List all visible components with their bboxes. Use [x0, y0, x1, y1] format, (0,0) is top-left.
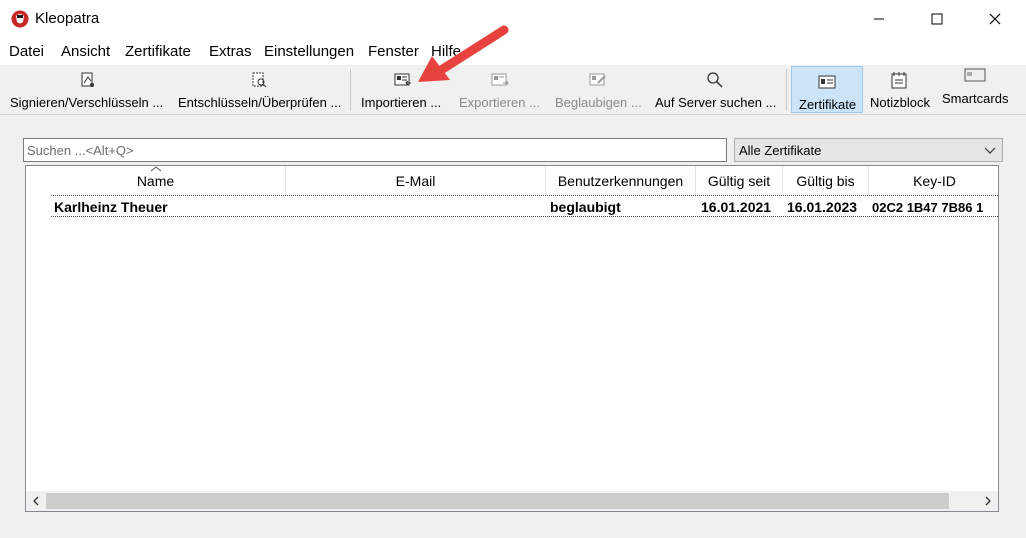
column-header-valid-from[interactable]: Gültig seit	[696, 166, 783, 195]
scroll-right-button[interactable]	[978, 491, 998, 511]
kleopatra-logo-icon	[11, 10, 29, 28]
decrypt-verify-icon	[252, 72, 267, 88]
certificate-filter-select[interactable]: Alle Zertifikate	[734, 138, 1003, 162]
minimize-button[interactable]	[850, 0, 908, 38]
tab-notepad[interactable]: Notizblock	[866, 65, 932, 115]
tab-smartcards[interactable]: Smartcards	[936, 65, 1016, 115]
cell-valid-from: 16.01.2021	[701, 199, 772, 215]
sort-ascending-icon	[150, 166, 162, 172]
sign-encrypt-label: Signieren/Verschlüsseln ...	[10, 95, 164, 110]
certify-label: Beglaubigen ...	[555, 95, 642, 110]
column-header-email[interactable]: E-Mail	[286, 166, 546, 195]
filter-selected-value: Alle Zertifikate	[739, 143, 822, 158]
search-input[interactable]: Suchen ...<Alt+Q>	[23, 138, 727, 162]
certificate-icon	[818, 75, 836, 89]
column-header-label: Key-ID	[913, 173, 956, 189]
import-label: Importieren ...	[361, 95, 442, 110]
chevron-left-icon	[33, 496, 39, 506]
column-header-label: Gültig seit	[707, 173, 771, 189]
certificate-table: Name E-Mail Benutzerkennungen Gültig sei…	[25, 165, 999, 512]
decrypt-verify-label: Entschlüsseln/Überprüfen ...	[178, 95, 342, 110]
maximize-button[interactable]	[908, 0, 966, 38]
notepad-icon	[891, 72, 907, 89]
column-header-key-id[interactable]: Key-ID	[869, 166, 998, 195]
cell-key-id: 02C2 1B47 7B86 1	[872, 200, 984, 215]
table-row[interactable]: Karlheinz Theuer beglaubigt 16.01.2021 1…	[51, 195, 998, 217]
column-header-valid-until[interactable]: Gültig bis	[783, 166, 869, 195]
horizontal-scrollbar[interactable]	[26, 491, 998, 511]
chevron-right-icon	[985, 496, 991, 506]
maximize-icon	[931, 13, 943, 25]
column-header-user-ids[interactable]: Benutzerkennungen	[546, 166, 696, 195]
close-icon	[989, 13, 1001, 25]
red-arrow-annotation	[418, 25, 509, 82]
window-title: Kleopatra	[35, 10, 100, 27]
toolbar-separator	[350, 69, 351, 111]
export-label: Exportieren ...	[459, 95, 540, 110]
column-header-label: Gültig bis	[796, 173, 855, 189]
menu-einstellungen[interactable]: Einstellungen	[264, 43, 354, 60]
smartcards-label: Smartcards	[942, 91, 1009, 106]
certify-button[interactable]: Beglaubigen ...	[550, 65, 646, 115]
scrollbar-thumb[interactable]	[46, 493, 949, 509]
sign-encrypt-button[interactable]: Signieren/Verschlüsseln ...	[4, 65, 170, 115]
column-header-label: Name	[136, 173, 175, 189]
cell-valid-until: 16.01.2023	[787, 199, 858, 215]
sign-encrypt-icon	[81, 72, 94, 87]
tab-certificates[interactable]: Zertifikate	[791, 66, 863, 113]
certify-icon	[589, 73, 606, 86]
search-icon	[707, 72, 723, 88]
toolbar-separator	[786, 69, 787, 111]
notepad-label: Notizblock	[870, 95, 930, 110]
column-header-label: Benutzerkennungen	[557, 173, 684, 189]
chevron-down-icon	[984, 147, 996, 154]
menu-ansicht[interactable]: Ansicht	[61, 43, 110, 60]
minimize-icon	[874, 18, 884, 20]
scroll-left-button[interactable]	[26, 491, 46, 511]
decrypt-verify-button[interactable]: Entschlüsseln/Überprüfen ...	[174, 65, 346, 115]
cell-user-ids: beglaubigt	[550, 199, 621, 215]
cell-name: Karlheinz Theuer	[54, 199, 168, 215]
close-button[interactable]	[966, 0, 1024, 38]
column-header-label: E-Mail	[395, 173, 436, 189]
menu-zertifikate[interactable]: Zertifikate	[125, 43, 191, 60]
lookup-server-button[interactable]: Auf Server suchen ...	[650, 65, 782, 115]
menu-datei[interactable]: Datei	[9, 43, 44, 60]
smartcard-icon	[964, 68, 986, 82]
column-header-name[interactable]: Name	[26, 166, 286, 195]
lookup-server-label: Auf Server suchen ...	[655, 95, 777, 110]
search-placeholder: Suchen ...<Alt+Q>	[27, 143, 134, 158]
certificates-label: Zertifikate	[799, 97, 857, 112]
menu-extras[interactable]: Extras	[209, 43, 252, 60]
